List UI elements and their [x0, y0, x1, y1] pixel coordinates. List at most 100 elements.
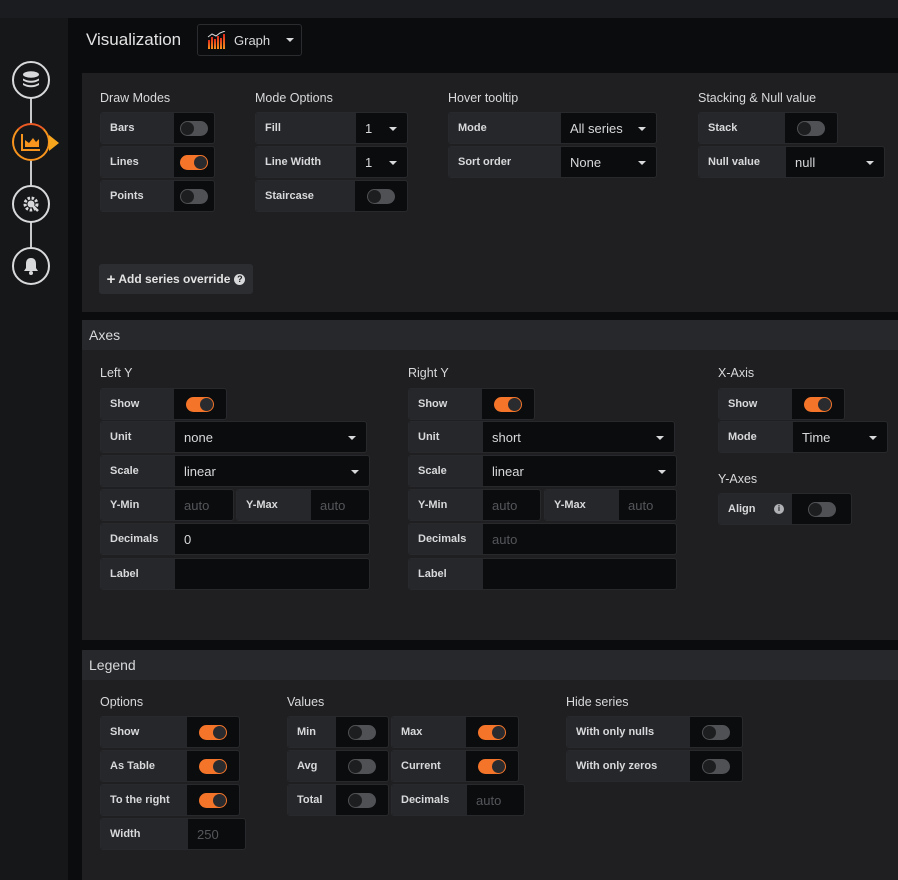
- y-axes-align-label-wrap: Align i: [719, 494, 792, 524]
- sort-order-select[interactable]: None: [561, 147, 656, 177]
- sidebar-item-general[interactable]: [12, 185, 50, 223]
- left-y-show-toggle[interactable]: [186, 396, 214, 412]
- staircase-toggle[interactable]: [367, 188, 395, 204]
- left-y-scale-select[interactable]: linear: [175, 456, 369, 486]
- legend-total-toggle[interactable]: [348, 792, 376, 808]
- hide-only-nulls-toggle[interactable]: [702, 724, 730, 740]
- legend-min-label: Min: [288, 717, 336, 747]
- stack-toggle[interactable]: [797, 120, 825, 136]
- y-axes-title: Y-Axes: [718, 472, 758, 486]
- right-y-label-input[interactable]: [483, 559, 676, 589]
- line-width-select-field: Line Width 1: [255, 146, 408, 178]
- right-y-max-input[interactable]: auto: [619, 490, 676, 520]
- right-y-decimals-label: Decimals: [409, 524, 483, 554]
- left-y-max-field: Y-Max auto: [236, 489, 370, 521]
- legend-panel-title: Legend: [82, 650, 898, 680]
- left-y-label-field: Label: [100, 558, 370, 590]
- lines-toggle-field: Lines: [100, 146, 215, 178]
- line-width-value: 1: [365, 154, 373, 170]
- x-axis-show-field: Show: [718, 388, 845, 420]
- y-axes-align-toggle[interactable]: [807, 501, 836, 517]
- left-y-label-input[interactable]: [175, 559, 369, 589]
- y-axes-align-field: Align i: [718, 493, 852, 525]
- plus-icon: +: [106, 270, 116, 288]
- info-circle-icon[interactable]: i: [774, 504, 784, 514]
- hide-only-zeros-label: With only zeros: [567, 751, 690, 781]
- null-value-select[interactable]: null: [786, 147, 884, 177]
- gear-wrench-icon: [23, 196, 39, 212]
- right-y-show-field: Show: [408, 388, 535, 420]
- stack-toggle-field: Stack: [698, 112, 838, 144]
- add-series-override-button[interactable]: + Add series override ?: [99, 264, 253, 294]
- left-y-min-field: Y-Min auto: [100, 489, 234, 521]
- draw-modes-title: Draw Modes: [100, 91, 171, 105]
- x-axis-mode-field: Mode Time: [718, 421, 888, 453]
- bars-label: Bars: [101, 113, 174, 143]
- chevron-down-icon: [638, 127, 646, 131]
- hide-only-zeros-toggle[interactable]: [702, 758, 730, 774]
- sort-order-label: Sort order: [449, 147, 561, 177]
- tooltip-mode-select[interactable]: All series: [561, 113, 656, 143]
- legend-total-field: Total: [287, 784, 389, 816]
- right-y-decimals-input[interactable]: auto: [483, 524, 676, 554]
- left-y-title: Left Y: [100, 366, 133, 380]
- sidebar-item-alert[interactable]: [12, 247, 50, 285]
- left-y-decimals-input[interactable]: 0: [175, 524, 369, 554]
- legend-to-right-label: To the right: [101, 785, 187, 815]
- right-y-show-toggle[interactable]: [494, 396, 522, 412]
- chevron-down-icon: [866, 161, 874, 165]
- left-y-show-label: Show: [101, 389, 174, 419]
- left-y-decimals-label: Decimals: [101, 524, 175, 554]
- chevron-down-icon: [351, 470, 359, 474]
- points-toggle[interactable]: [180, 188, 208, 204]
- right-y-scale-select[interactable]: linear: [483, 456, 676, 486]
- sort-order-select-field: Sort order None: [448, 146, 657, 178]
- hover-tooltip-title: Hover tooltip: [448, 91, 519, 105]
- legend-avg-toggle[interactable]: [348, 758, 376, 774]
- null-value-value: null: [795, 154, 816, 170]
- left-y-scale-field: Scale linear: [100, 455, 370, 487]
- legend-width-input[interactable]: 250: [188, 819, 245, 849]
- legend-current-toggle[interactable]: [478, 758, 506, 774]
- legend-total-label: Total: [288, 785, 336, 815]
- hide-series-title: Hide series: [566, 695, 629, 709]
- tooltip-mode-value: All series: [570, 120, 623, 136]
- x-axis-show-toggle[interactable]: [804, 396, 832, 412]
- sidebar-item-queries[interactable]: [12, 61, 50, 99]
- bars-toggle[interactable]: [180, 120, 208, 136]
- sidebar-item-visualization[interactable]: [12, 123, 50, 161]
- legend-max-toggle[interactable]: [478, 724, 506, 740]
- x-axis-show-label: Show: [719, 389, 792, 419]
- line-width-select[interactable]: 1: [356, 147, 407, 177]
- lines-toggle[interactable]: [180, 154, 208, 170]
- legend-decimals-input[interactable]: auto: [467, 785, 524, 815]
- legend-as-table-label: As Table: [101, 751, 187, 781]
- left-y-label-label: Label: [101, 559, 175, 589]
- left-y-min-input[interactable]: auto: [175, 490, 233, 520]
- left-y-unit-select[interactable]: none: [175, 422, 366, 452]
- legend-min-toggle[interactable]: [348, 724, 376, 740]
- right-y-unit-label: Unit: [409, 422, 483, 452]
- axes-panel-title: Axes: [82, 320, 898, 350]
- fill-value: 1: [365, 120, 373, 136]
- right-y-label-field: Label: [408, 558, 677, 590]
- legend-show-toggle[interactable]: [199, 724, 227, 740]
- chevron-down-icon: [389, 127, 397, 131]
- x-axis-mode-label: Mode: [719, 422, 793, 452]
- legend-width-label: Width: [101, 819, 188, 849]
- hide-only-zeros-field: With only zeros: [566, 750, 743, 782]
- database-icon: [23, 71, 39, 88]
- x-axis-mode-select[interactable]: Time: [793, 422, 887, 452]
- right-y-min-input[interactable]: auto: [483, 490, 540, 520]
- top-band: [0, 0, 898, 18]
- legend-as-table-toggle[interactable]: [199, 758, 227, 774]
- visualization-picker[interactable]: Graph: [197, 24, 302, 56]
- left-y-max-input[interactable]: auto: [311, 490, 369, 520]
- legend-to-right-toggle[interactable]: [199, 792, 227, 808]
- points-toggle-field: Points: [100, 180, 215, 212]
- right-y-unit-select[interactable]: short: [483, 422, 674, 452]
- fill-select[interactable]: 1: [356, 113, 407, 143]
- fill-label: Fill: [256, 113, 356, 143]
- sidebar-rail-line: [30, 80, 32, 266]
- y-axes-align-label: Align: [728, 503, 756, 515]
